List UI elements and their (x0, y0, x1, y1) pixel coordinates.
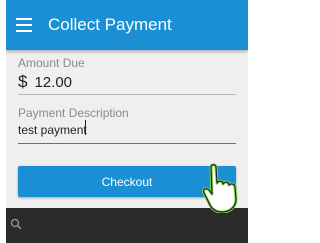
payment-description-input[interactable] (18, 121, 230, 139)
tap-hand-icon (202, 163, 238, 213)
text-cursor (85, 120, 86, 135)
search-icon[interactable] (10, 218, 22, 230)
hamburger-menu-icon[interactable] (16, 18, 32, 32)
amount-due-value: 12.00 (34, 74, 73, 91)
app-title: Collect Payment (48, 15, 172, 34)
app-bar: Collect Payment (6, 0, 248, 50)
amount-due-label: Amount Due (18, 56, 85, 70)
amount-divider (18, 94, 236, 95)
payment-description-label: Payment Description (18, 106, 129, 120)
bottom-bar (6, 208, 248, 243)
amount-due-value-row: $ 12.00 (18, 72, 72, 92)
currency-symbol: $ (18, 72, 28, 91)
description-divider (18, 143, 236, 144)
